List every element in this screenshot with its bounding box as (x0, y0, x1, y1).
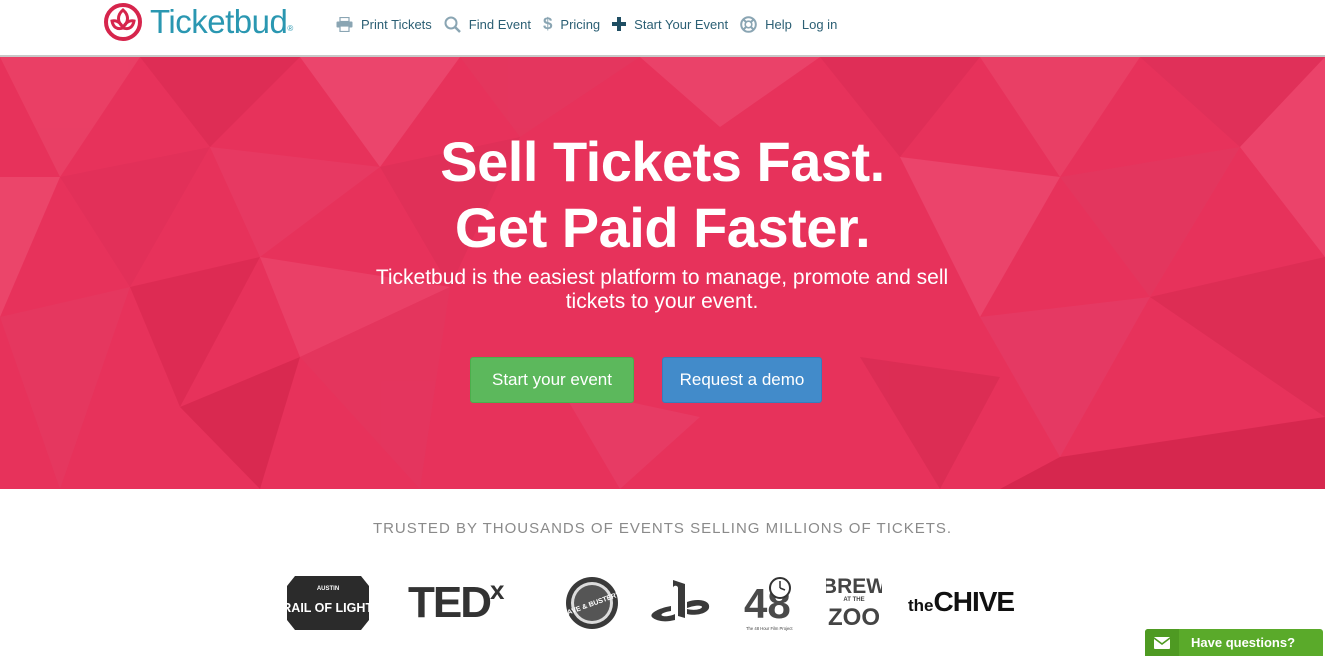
brew-at-the-zoo-logo: BREW AT THE ZOO (826, 575, 882, 631)
nav-label: Start Your Event (634, 16, 729, 32)
search-icon (444, 16, 461, 33)
hero-subtitle: Ticketbud is the easiest platform to man… (375, 266, 949, 313)
nav-print-tickets[interactable]: Print Tickets (336, 16, 432, 32)
svg-text:BREW: BREW (826, 575, 882, 598)
trail-of-lights-logo: AUSTIN TRAIL OF LIGHTS (287, 576, 369, 630)
nav-start-your-event[interactable]: Start Your Event (612, 17, 728, 32)
brand-logo[interactable]: Ticketbud ® (102, 2, 293, 42)
plus-icon (612, 17, 627, 31)
svg-text:The 48 Hour Film Project: The 48 Hour Film Project (746, 626, 793, 631)
hero-section: Sell Tickets Fast. Get Paid Faster. Tick… (0, 55, 1325, 489)
nav-pricing[interactable]: $ Pricing (543, 14, 600, 34)
tedx-logo: TEDx (408, 575, 505, 627)
start-your-event-button[interactable]: Start your event (470, 357, 634, 403)
nav-label: Log in (801, 16, 838, 32)
site-header: Ticketbud ® Print Tickets Find Event $ P… (0, 0, 1325, 56)
svg-text:ZOO: ZOO (828, 604, 880, 631)
svg-text:AT THE: AT THE (843, 597, 864, 603)
dollar-icon: $ (542, 14, 553, 33)
nav-log-in[interactable]: Log in (802, 17, 837, 32)
ticketbud-logo-icon (104, 3, 142, 41)
brand-registered-mark: ® (287, 23, 294, 33)
svg-text:AUSTIN: AUSTIN (317, 586, 339, 592)
nav-help[interactable]: Help (740, 15, 792, 33)
hero-content: Sell Tickets Fast. Get Paid Faster. Tick… (0, 57, 1325, 489)
envelope-icon (1154, 636, 1170, 649)
chat-label: Have questions? (1191, 635, 1296, 650)
trusted-by-text: TRUSTED BY THOUSANDS OF EVENTS SELLING M… (372, 520, 953, 537)
svg-text:TRAIL OF LIGHTS: TRAIL OF LIGHTS (287, 601, 369, 615)
48-hour-film-project-logo: 48 The 48 Hour Film Project (744, 577, 793, 631)
nav-label: Help (765, 16, 792, 32)
envelope-icon-container (1145, 629, 1179, 656)
brand-name: Ticketbud (150, 3, 288, 40)
dave-and-busters-logo: DAVE & BUSTER'S (565, 577, 619, 629)
request-a-demo-button[interactable]: Request a demo (662, 357, 822, 403)
nav-label: Print Tickets (361, 16, 432, 32)
thechive-logo: theCHIVE (908, 586, 1015, 617)
playstation-logo (651, 580, 710, 622)
have-questions-chat-widget[interactable]: Have questions? (1145, 629, 1323, 656)
nav-label: Find Event (468, 16, 531, 32)
printer-icon (336, 16, 353, 32)
hero-headline-line-2: Get Paid Faster. (454, 196, 871, 259)
client-logos: AUSTIN TRAIL OF LIGHTS TEDx DAVE & BUSTE… (0, 570, 1325, 636)
main-nav: Print Tickets Find Event $ Pricing Start… (336, 14, 849, 34)
nav-label: Pricing (560, 16, 601, 32)
lifebuoy-icon (740, 15, 757, 33)
nav-find-event[interactable]: Find Event (444, 16, 531, 33)
hero-headline-line-1: Sell Tickets Fast. (440, 130, 885, 193)
